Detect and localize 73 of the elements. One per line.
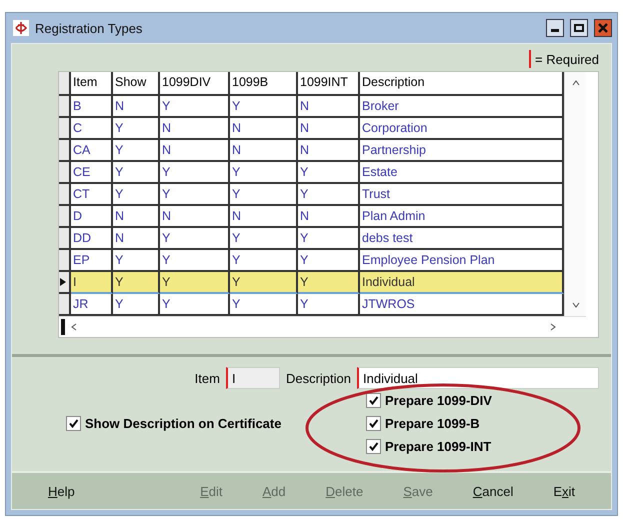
- table-cell: Y: [230, 272, 298, 294]
- column-header[interactable]: 1099INT: [298, 72, 360, 96]
- table-cell: Broker: [360, 96, 564, 118]
- toolbar-button[interactable]: Cancel: [468, 482, 518, 500]
- item-label: Item: [194, 370, 220, 386]
- table-cell: Y: [113, 294, 160, 316]
- table-cell: C: [71, 118, 113, 140]
- table-cell: debs test: [360, 228, 564, 250]
- description-field[interactable]: Individual: [357, 367, 599, 389]
- table-cell: B: [71, 96, 113, 118]
- table-cell: Y: [160, 184, 230, 206]
- legend-label: = Required: [535, 52, 599, 66]
- checkbox-label[interactable]: Prepare 1099-B: [385, 416, 480, 431]
- description-label: Description: [286, 370, 351, 386]
- table-cell: Corporation: [360, 118, 564, 140]
- table-cell: Y: [298, 184, 360, 206]
- table-cell: Y: [298, 294, 360, 316]
- table-cell: Y: [160, 294, 230, 316]
- table-cell: N: [113, 206, 160, 228]
- column-header[interactable]: Show: [113, 72, 160, 96]
- table-cell: Plan Admin: [360, 206, 564, 228]
- table-cell: N: [113, 228, 160, 250]
- table-cell: Y: [160, 272, 230, 294]
- table-cell: N: [160, 206, 230, 228]
- table-cell: Y: [160, 96, 230, 118]
- table-cell: N: [160, 118, 230, 140]
- table-cell: I: [71, 272, 113, 294]
- table-cell: Y: [113, 184, 160, 206]
- toolbar-button[interactable]: Exit: [549, 482, 579, 500]
- table-cell: Y: [230, 162, 298, 184]
- checkbox-label[interactable]: Show Description on Certificate: [85, 416, 282, 431]
- checkbox-label[interactable]: Prepare 1099-DIV: [385, 393, 492, 408]
- table-cell: CT: [71, 184, 113, 206]
- table-cell: Y: [230, 228, 298, 250]
- table-cell: D: [71, 206, 113, 228]
- table-cell: Y: [230, 294, 298, 316]
- item-field[interactable]: I: [226, 367, 280, 389]
- table-cell: N: [298, 96, 360, 118]
- table-cell: N: [298, 206, 360, 228]
- table-cell: N: [230, 140, 298, 162]
- table-cell: Y: [113, 118, 160, 140]
- column-header[interactable]: 1099B: [230, 72, 298, 96]
- table-cell: JTWROS: [360, 294, 564, 316]
- table-cell: Trust: [360, 184, 564, 206]
- toolbar-button[interactable]: Help: [44, 482, 79, 500]
- table-cell: DD: [71, 228, 113, 250]
- table-cell: Y: [113, 140, 160, 162]
- table-cell: Y: [230, 184, 298, 206]
- table-cell: Y: [113, 272, 160, 294]
- table-cell: Partnership: [360, 140, 564, 162]
- table-cell: CA: [71, 140, 113, 162]
- table-cell: Y: [298, 272, 360, 294]
- table-cell: Individual: [360, 272, 564, 294]
- column-header[interactable]: Description: [360, 72, 564, 96]
- table-cell: Estate: [360, 162, 564, 184]
- table-cell: N: [230, 206, 298, 228]
- table-cell: CE: [71, 162, 113, 184]
- window-title: Registration Types: [35, 20, 144, 36]
- table-cell: Y: [230, 96, 298, 118]
- table-cell: Y: [160, 162, 230, 184]
- table-cell: N: [230, 118, 298, 140]
- table-cell: N: [113, 96, 160, 118]
- table-cell: Y: [298, 228, 360, 250]
- table-cell: Y: [298, 162, 360, 184]
- table-cell: Y: [113, 162, 160, 184]
- table-cell: N: [298, 140, 360, 162]
- table-cell: N: [298, 118, 360, 140]
- table-cell: Y: [160, 228, 230, 250]
- table-cell: N: [160, 140, 230, 162]
- column-header[interactable]: 1099DIV: [160, 72, 230, 96]
- checkbox-label[interactable]: Prepare 1099-INT: [385, 439, 492, 454]
- table-cell: JR: [71, 294, 113, 316]
- column-header[interactable]: Item: [71, 72, 113, 96]
